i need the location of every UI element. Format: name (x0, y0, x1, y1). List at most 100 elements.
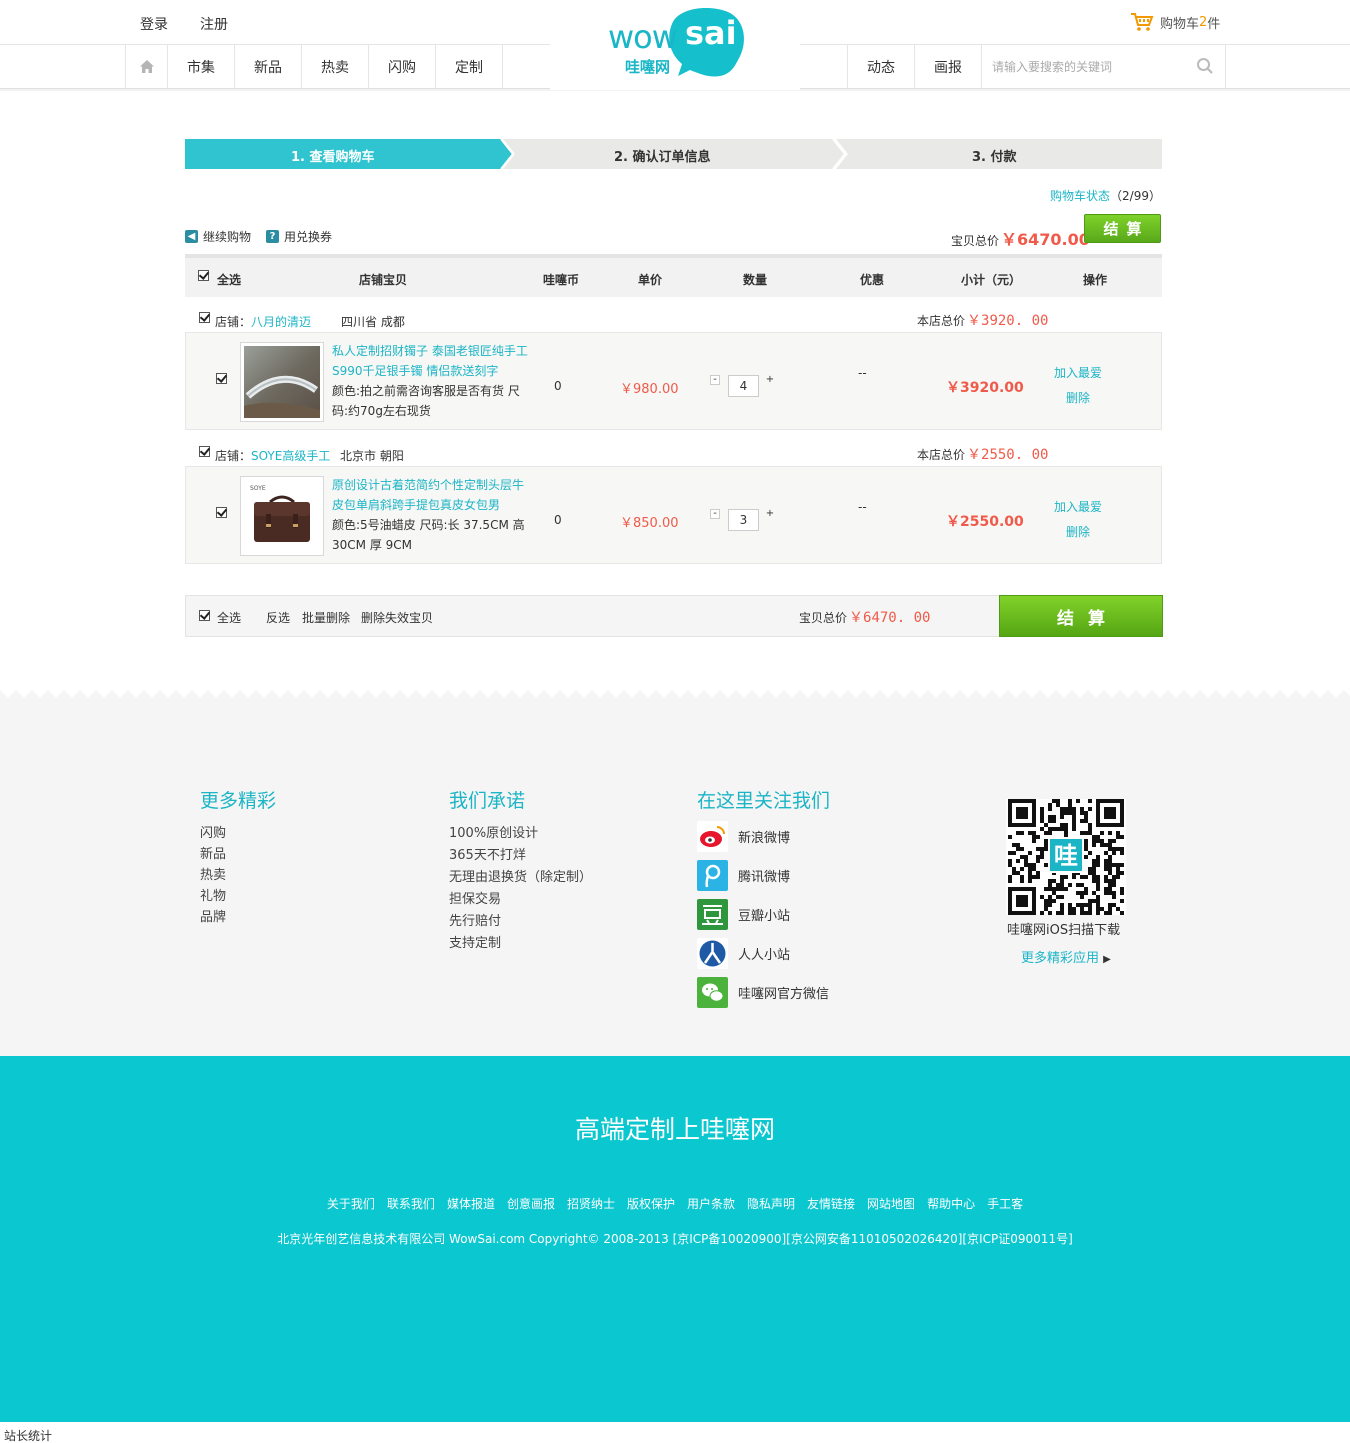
footer-link-terms[interactable]: 用户条款 (687, 1195, 735, 1212)
promise-item: 先行赔付 (449, 914, 502, 929)
home-icon (139, 60, 154, 73)
qr-code-image: 哇 (1008, 799, 1124, 915)
cart-table-header: 全选 店铺宝贝 哇噻币 单价 数量 优惠 小计（元） 操作 (185, 254, 1162, 297)
item-thumbnail[interactable]: SOYE (240, 476, 324, 556)
footer-promise-title: 我们承诺 (449, 790, 526, 812)
item-coin: 0 (554, 513, 562, 527)
qty-input[interactable] (728, 509, 759, 531)
nav-home[interactable] (126, 45, 168, 88)
delete-invalid-link[interactable]: 删除失效宝贝 (361, 609, 433, 626)
cart-link[interactable]: 购物车 2 件 (1130, 12, 1220, 32)
batch-delete-link[interactable]: 批量删除 (302, 609, 350, 626)
coupon-link[interactable]: 用兑换券 (284, 228, 332, 245)
qty-minus-button[interactable]: - (710, 509, 720, 519)
qty-plus-button[interactable]: + (765, 375, 775, 385)
item-title-link[interactable]: 原创设计古着范简约个性定制头层牛皮包单肩斜跨手提包真皮女包男 (332, 475, 532, 515)
social-weibo[interactable]: 新浪微博 (697, 821, 790, 852)
qty-plus-button[interactable]: + (765, 509, 775, 519)
item-spec: 颜色:5号油蜡皮 尺码:长 37.5CM 高30CM 厚 9CM (332, 518, 525, 552)
invert-selection-link[interactable]: 反选 (266, 609, 290, 626)
footer-links: 关于我们 联系我们 媒体报道 创意画报 招贤纳士 版权保护 用户条款 隐私声明 … (0, 1195, 1350, 1212)
footer-link-media[interactable]: 媒体报道 (447, 1195, 495, 1212)
search-icon[interactable] (1196, 57, 1214, 75)
footer-link[interactable]: 品牌 (200, 910, 226, 925)
shop-name-link[interactable]: 八月的清迈 (251, 315, 311, 329)
checkout-button-bottom[interactable]: 结算 (999, 595, 1163, 637)
checkout-steps: 1. 查看购物车 2. 确认订单信息 3. 付款 (185, 139, 1162, 169)
select-all-checkbox-bottom[interactable] (199, 610, 210, 621)
footer-link-copyright[interactable]: 版权保护 (627, 1195, 675, 1212)
total-bottom-label: 宝贝总价 (799, 611, 848, 625)
shop-name-link[interactable]: SOYE高级手工 (251, 449, 330, 463)
qr-code: 哇 (1006, 799, 1126, 915)
shop-row: 店铺：SOYE高级手工 北京市 朝阳 本店总价 ￥2550. 00 (185, 439, 1162, 469)
nav-new[interactable]: 新品 (235, 45, 302, 88)
register-link[interactable]: 注册 (200, 14, 228, 34)
promise-item: 支持定制 (449, 936, 502, 951)
footer-follow-title: 在这里关注我们 (697, 790, 831, 812)
item-title-link[interactable]: 私人定制招财镯子 泰国老银匠纯手工S990千足银手镯 情侣款送刻字 (332, 341, 532, 381)
add-favorite-link[interactable]: 加入最爱 (1054, 364, 1102, 381)
item-thumbnail[interactable] (240, 342, 324, 422)
item-coin: 0 (554, 379, 562, 393)
social-renren[interactable]: 人人小站 (697, 938, 790, 969)
search-input[interactable] (992, 57, 1187, 77)
cart-status-label: 购物车状态 (1050, 189, 1111, 203)
continue-shopping-link[interactable]: 继续购物 (203, 228, 251, 245)
promise-item: 无理由退换货（除定制） (449, 870, 593, 885)
nav-custom[interactable]: 定制 (436, 45, 503, 88)
checkout-button-top[interactable]: 结算 (1084, 214, 1161, 243)
qty-input[interactable] (728, 375, 759, 397)
step-3: 3. 付款 (972, 150, 1017, 165)
shop-checkbox[interactable] (199, 446, 210, 457)
footer-link[interactable]: 闪购 (200, 826, 226, 841)
footer-promise-list: 100%原创设计 365天不打烊 无理由退换货（除定制） 担保交易 先行赔付 支… (449, 823, 592, 955)
triangle-right-icon: ▶ (1103, 954, 1111, 965)
shop-total: 本店总价 ￥2550. 00 (917, 444, 1048, 464)
select-all-label[interactable]: 全选 (217, 609, 241, 626)
footer-link-about[interactable]: 关于我们 (327, 1195, 375, 1212)
footer-link-privacy[interactable]: 隐私声明 (747, 1195, 795, 1212)
login-link[interactable]: 登录 (140, 14, 168, 34)
footer-link-jobs[interactable]: 招贤纳士 (567, 1195, 615, 1212)
footer-link-help[interactable]: 帮助中心 (927, 1195, 975, 1212)
select-all-checkbox-top[interactable] (198, 270, 209, 281)
footer-link[interactable]: 热卖 (200, 868, 226, 883)
nav-market[interactable]: 市集 (168, 45, 235, 88)
logo-text-cn: 哇噻网 (625, 58, 671, 76)
footer-link-contact[interactable]: 联系我们 (387, 1195, 435, 1212)
svg-text:哇: 哇 (1054, 842, 1078, 870)
nav-news[interactable]: 动态 (848, 45, 915, 88)
shop-row: 店铺：八月的清迈 四川省 成都 本店总价 ￥3920. 00 (185, 305, 1162, 335)
footer-link-pictorial[interactable]: 创意画报 (507, 1195, 555, 1212)
social-label: 哇噻网官方微信 (738, 987, 830, 1002)
social-tencent[interactable]: 腾讯微博 (697, 860, 790, 891)
nav-flash[interactable]: 闪购 (369, 45, 436, 88)
more-apps-link[interactable]: 更多精彩应用 ▶ (1021, 947, 1111, 966)
social-label: 豆瓣小站 (738, 909, 791, 924)
footer-link[interactable]: 礼物 (200, 889, 226, 904)
shop-checkbox[interactable] (199, 312, 210, 323)
delete-item-link[interactable]: 删除 (1066, 389, 1090, 406)
social-douban[interactable]: 豆瓣小站 (697, 899, 790, 930)
item-checkbox[interactable] (216, 373, 227, 384)
shop-total-label: 本店总价 (917, 314, 966, 328)
footer-link[interactable]: 新品 (200, 847, 226, 862)
nav-hot[interactable]: 热卖 (302, 45, 369, 88)
site-stats-link[interactable]: 站长统计 (4, 1427, 52, 1443)
social-wechat[interactable]: 哇噻网官方微信 (697, 977, 829, 1008)
qty-minus-button[interactable]: - (710, 375, 720, 385)
delete-item-link[interactable]: 删除 (1066, 523, 1090, 540)
add-favorite-link[interactable]: 加入最爱 (1054, 498, 1102, 515)
item-checkbox[interactable] (216, 507, 227, 518)
footer-link-sitemap[interactable]: 网站地图 (867, 1195, 915, 1212)
site-header: 登录 注册 购物车2件 市集 新品 热卖 闪购 定制 动态 画报 wow (0, 0, 1350, 91)
footer-link-handmade[interactable]: 手工客 (987, 1195, 1023, 1212)
shop-total-value: ￥2550. 00 (967, 447, 1049, 463)
nav-pictorial[interactable]: 画报 (915, 45, 982, 88)
cart-toolbar: ◀ 继续购物 ? 用兑换券 (185, 228, 332, 245)
promise-item: 365天不打烊 (449, 848, 526, 863)
site-logo[interactable]: wow sai 哇噻网 (550, 0, 800, 90)
shop-location: 北京市 朝阳 (340, 449, 404, 463)
footer-link-friends[interactable]: 友情链接 (807, 1195, 855, 1212)
